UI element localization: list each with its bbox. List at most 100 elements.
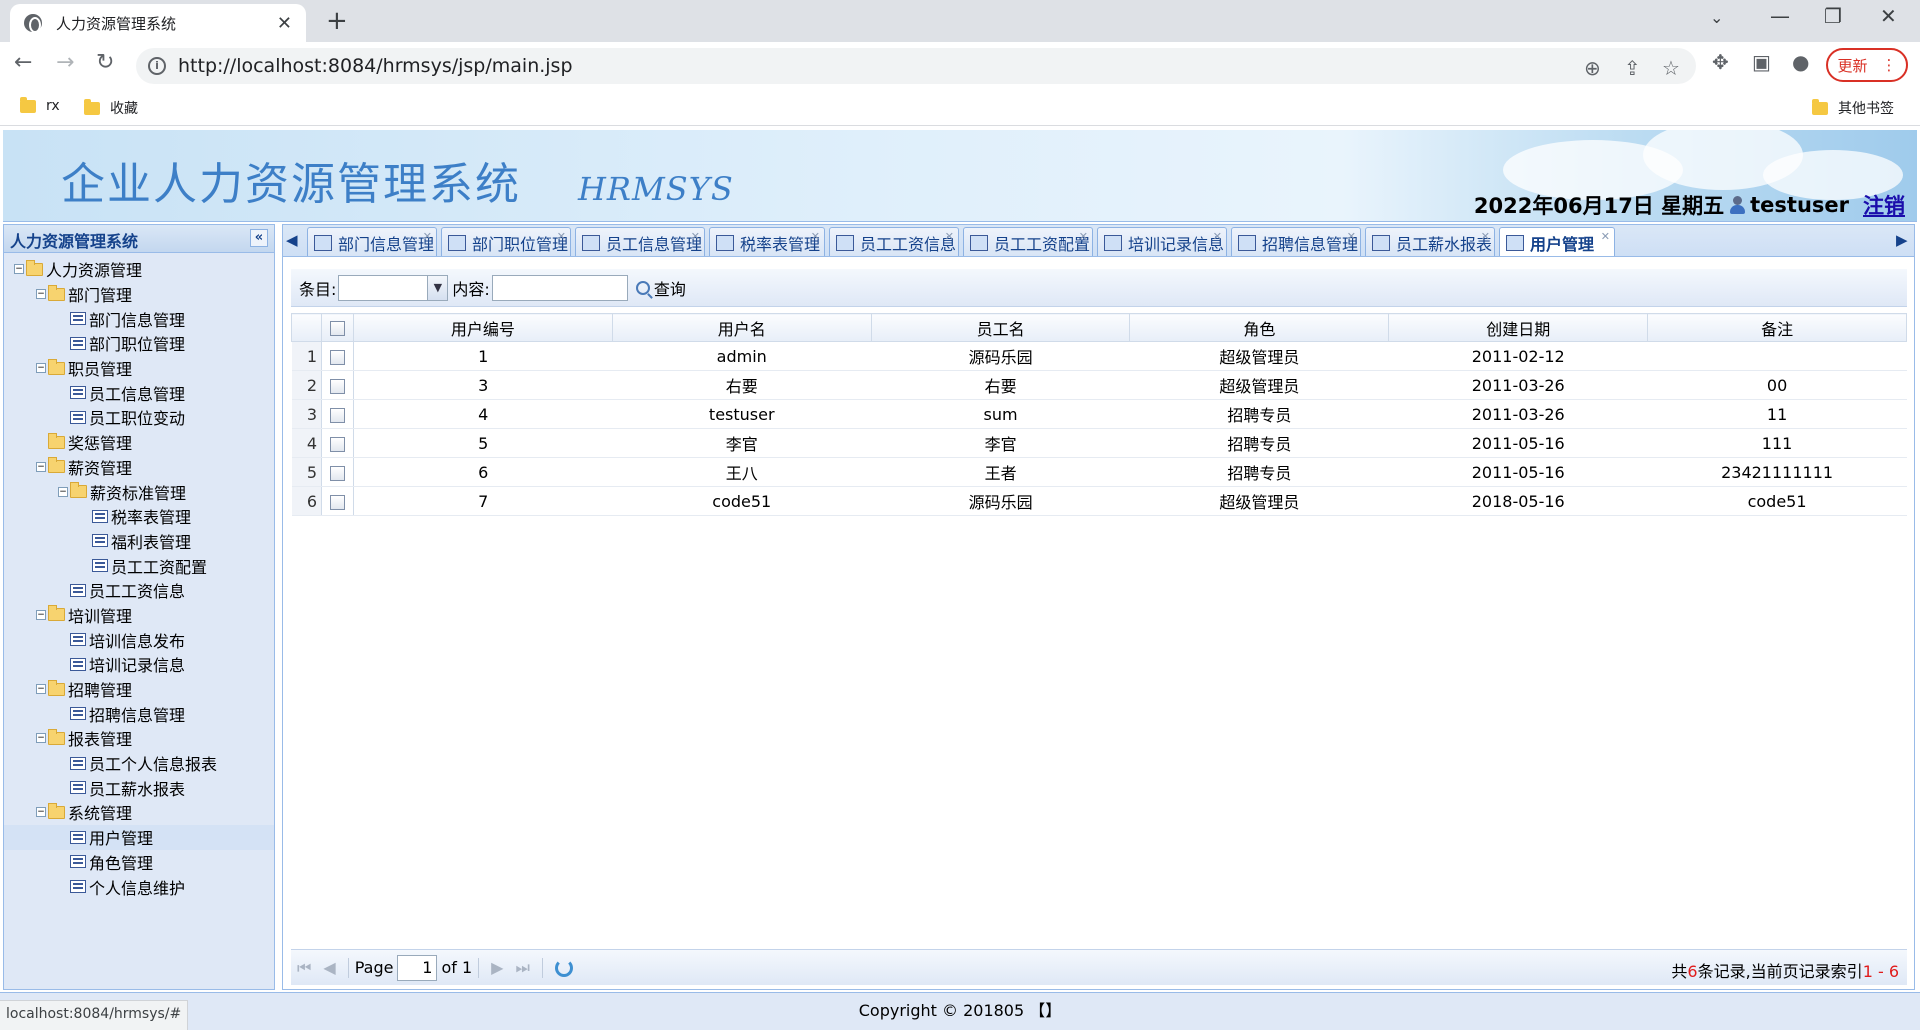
forward-button[interactable]: → bbox=[56, 50, 74, 75]
tab-scroll-right-icon[interactable]: ▶ bbox=[1896, 231, 1912, 251]
collapse-toggle-icon[interactable]: − bbox=[36, 807, 46, 818]
collapse-toggle-icon[interactable]: − bbox=[36, 609, 46, 620]
nav-node[interactable]: 培训信息发布 bbox=[4, 627, 274, 652]
tab-close-icon[interactable]: ✕ bbox=[557, 230, 566, 243]
address-bar[interactable]: i http://localhost:8084/hrmsys/jsp/main.… bbox=[136, 48, 1696, 84]
tab-close-icon[interactable]: ✕ bbox=[1601, 230, 1610, 243]
bookmark-rx[interactable]: rx bbox=[20, 96, 60, 114]
nav-node[interactable]: − 报表管理 bbox=[4, 726, 274, 751]
chevron-down-icon[interactable]: ▼ bbox=[427, 275, 448, 300]
nav-node[interactable]: 培训记录信息 bbox=[4, 652, 274, 677]
row-checkbox[interactable] bbox=[321, 341, 354, 371]
refresh-icon[interactable] bbox=[554, 958, 573, 977]
column-header[interactable]: 角色 bbox=[1129, 313, 1390, 342]
table-row[interactable]: 2 3 右要 右要 超级管理员 2011-03-26 00 bbox=[291, 370, 1907, 400]
share-icon[interactable]: ⇪ bbox=[1624, 56, 1641, 80]
tab-close-icon[interactable]: ✕ bbox=[691, 230, 700, 243]
content-tab[interactable]: 员工工资配置 ✕ bbox=[963, 227, 1093, 256]
column-header[interactable]: 用户名 bbox=[611, 313, 872, 342]
nav-node[interactable]: − 职员管理 bbox=[4, 356, 274, 381]
column-header[interactable]: 创建日期 bbox=[1388, 313, 1649, 342]
content-input[interactable] bbox=[491, 274, 628, 301]
collapse-toggle-icon[interactable]: − bbox=[14, 264, 24, 275]
nav-node[interactable]: 个人信息维护 bbox=[4, 874, 274, 899]
content-tab[interactable]: 员工工资信息 ✕ bbox=[829, 227, 959, 256]
row-checkbox[interactable] bbox=[321, 399, 354, 429]
collapse-toggle-icon[interactable]: − bbox=[36, 733, 46, 744]
content-tab[interactable]: 招聘信息管理 ✕ bbox=[1231, 227, 1361, 256]
side-panel-icon[interactable]: ▣ bbox=[1752, 50, 1771, 74]
content-tab[interactable]: 员工薪水报表 ✕ bbox=[1365, 227, 1495, 256]
tab-close-icon[interactable]: ✕ bbox=[423, 230, 432, 243]
first-page-icon[interactable]: ⏮ bbox=[297, 958, 311, 978]
back-button[interactable]: ← bbox=[14, 50, 32, 75]
update-button[interactable]: 更新 ⋮ bbox=[1826, 48, 1908, 82]
content-tab[interactable]: 培训记录信息 ✕ bbox=[1097, 227, 1227, 256]
content-tab[interactable]: 部门信息管理 ✕ bbox=[307, 227, 437, 256]
minimize-button[interactable]: — bbox=[1770, 4, 1790, 28]
table-row[interactable]: 1 1 admin 源码乐园 超级管理员 2011-02-12 bbox=[291, 341, 1907, 371]
reload-button[interactable]: ↻ bbox=[96, 50, 114, 75]
table-row[interactable]: 5 6 王八 王者 招聘专员 2011-05-16 23421111111 bbox=[291, 457, 1907, 487]
nav-node[interactable]: − 薪资标准管理 bbox=[4, 479, 274, 504]
collapse-toggle-icon[interactable]: − bbox=[58, 486, 68, 497]
row-checkbox[interactable] bbox=[321, 457, 354, 487]
browser-tab[interactable]: 人力资源管理系统 ✕ bbox=[10, 4, 306, 42]
nav-node[interactable]: − 招聘管理 bbox=[4, 677, 274, 702]
nav-node[interactable]: 员工个人信息报表 bbox=[4, 751, 274, 776]
tab-close-icon[interactable]: ✕ bbox=[1213, 230, 1222, 243]
tab-close-icon[interactable]: ✕ bbox=[811, 230, 820, 243]
column-header[interactable]: 备注 bbox=[1647, 313, 1907, 342]
tab-close-icon[interactable]: ✕ bbox=[1347, 230, 1356, 243]
tab-close-icon[interactable]: ✕ bbox=[945, 230, 954, 243]
nav-node[interactable]: 员工信息管理 bbox=[4, 380, 274, 405]
table-row[interactable]: 3 4 testuser sum 招聘专员 2011-03-26 11 bbox=[291, 399, 1907, 429]
nav-node[interactable]: 员工职位变动 bbox=[4, 405, 274, 430]
nav-node[interactable]: 员工薪水报表 bbox=[4, 775, 274, 800]
select-all-checkbox[interactable] bbox=[321, 313, 354, 342]
site-info-icon[interactable]: i bbox=[148, 57, 166, 75]
nav-node[interactable]: 福利表管理 bbox=[4, 529, 274, 554]
other-bookmarks[interactable]: 其他书签 bbox=[1812, 98, 1894, 118]
content-tab[interactable]: 员工信息管理 ✕ bbox=[575, 227, 705, 256]
tab-close-icon[interactable]: ✕ bbox=[1079, 230, 1088, 243]
row-checkbox[interactable] bbox=[321, 370, 354, 400]
collapse-toggle-icon[interactable]: − bbox=[36, 461, 46, 472]
zoom-icon[interactable]: ⊕ bbox=[1584, 56, 1601, 80]
tab-scroll-left-icon[interactable]: ◀ bbox=[286, 231, 302, 251]
close-tab-icon[interactable]: ✕ bbox=[277, 13, 292, 34]
column-header[interactable]: 员工名 bbox=[870, 313, 1131, 342]
tab-search-icon[interactable]: ⌄ bbox=[1710, 8, 1723, 27]
nav-node[interactable]: 角色管理 bbox=[4, 850, 274, 875]
bookmark-star-icon[interactable]: ☆ bbox=[1662, 56, 1680, 80]
nav-node[interactable]: − 人力资源管理 bbox=[4, 257, 274, 282]
nav-node[interactable]: 部门信息管理 bbox=[4, 306, 274, 331]
prev-page-icon[interactable]: ◀ bbox=[323, 958, 335, 977]
nav-node[interactable]: − 培训管理 bbox=[4, 603, 274, 628]
collapse-toggle-icon[interactable]: − bbox=[36, 363, 46, 374]
nav-node[interactable]: 奖惩管理 bbox=[4, 430, 274, 455]
nav-node[interactable]: − 薪资管理 bbox=[4, 455, 274, 480]
row-checkbox[interactable] bbox=[321, 486, 354, 516]
page-number-input[interactable]: 1 bbox=[397, 954, 438, 981]
content-tab[interactable]: 税率表管理 ✕ bbox=[709, 227, 825, 256]
table-row[interactable]: 6 7 code51 源码乐园 超级管理员 2018-05-16 code51 bbox=[291, 486, 1907, 516]
field-select[interactable]: ▼ bbox=[338, 274, 449, 301]
profile-icon[interactable]: ● bbox=[1792, 50, 1809, 74]
query-button[interactable]: 查询 bbox=[635, 276, 686, 300]
table-row[interactable]: 4 5 李官 李官 招聘专员 2011-05-16 111 bbox=[291, 428, 1907, 458]
column-header[interactable]: 用户编号 bbox=[353, 313, 613, 342]
logout-link[interactable]: 注销 bbox=[1863, 190, 1905, 220]
last-page-icon[interactable]: ⏭ bbox=[515, 958, 529, 978]
nav-node[interactable]: − 系统管理 bbox=[4, 800, 274, 825]
collapse-toggle-icon[interactable]: − bbox=[36, 289, 46, 300]
close-window-button[interactable]: ✕ bbox=[1880, 4, 1897, 28]
content-tab[interactable]: 用户管理 ✕ bbox=[1499, 227, 1615, 256]
tab-close-icon[interactable]: ✕ bbox=[1481, 230, 1490, 243]
bookmark-favorites[interactable]: 收藏 bbox=[84, 98, 138, 118]
new-tab-button[interactable]: + bbox=[326, 6, 348, 36]
nav-node[interactable]: 部门职位管理 bbox=[4, 331, 274, 356]
nav-node[interactable]: 税率表管理 bbox=[4, 504, 274, 529]
next-page-icon[interactable]: ▶ bbox=[491, 958, 503, 977]
collapse-toggle-icon[interactable]: − bbox=[36, 684, 46, 695]
